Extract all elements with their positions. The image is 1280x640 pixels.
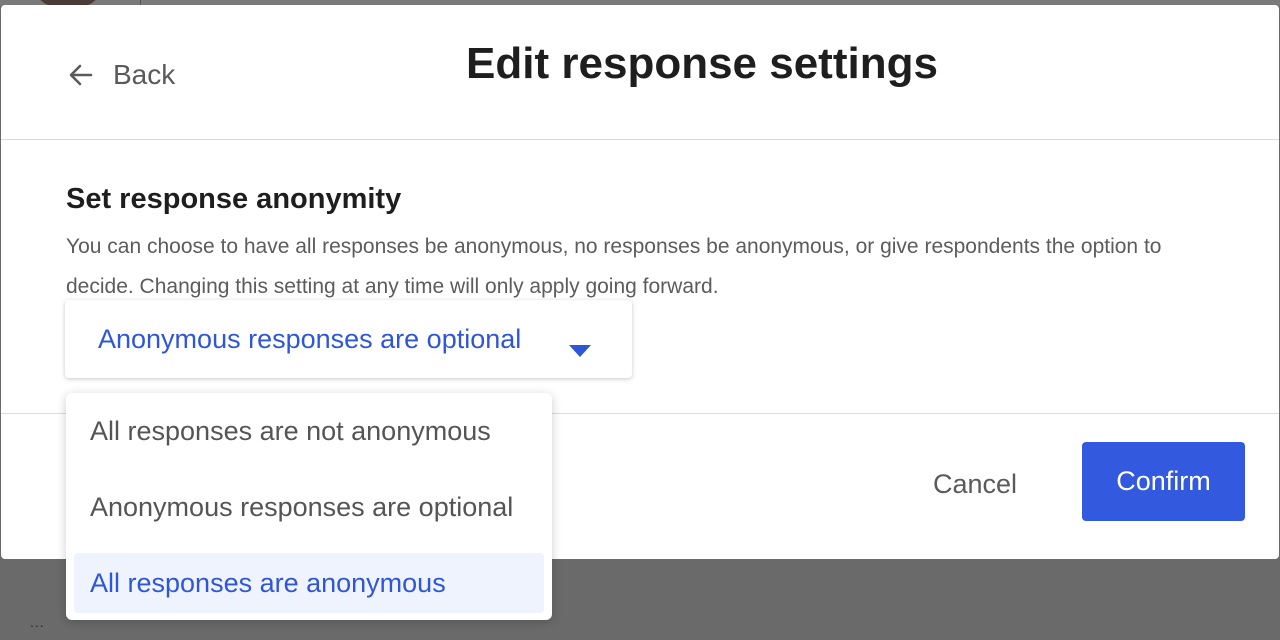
anonymity-select-value: Anonymous responses are optional (98, 323, 522, 354)
page-title: Edit response settings (466, 39, 938, 88)
anonymity-dropdown-menu: All responses are not anonymous Anonymou… (66, 393, 552, 620)
modal-header: Back Edit response settings (1, 5, 1279, 140)
section-description: You can choose to have all responses be … (66, 235, 1162, 298)
option-all-anonymous[interactable]: All responses are anonymous (74, 553, 544, 613)
option-anonymous-optional[interactable]: Anonymous responses are optional (74, 477, 544, 537)
background-ellipsis: ... (30, 614, 45, 630)
anonymity-select[interactable]: Anonymous responses are optional (65, 300, 632, 378)
section-title: Set response anonymity (66, 183, 402, 215)
confirm-button[interactable]: Confirm (1082, 442, 1245, 521)
caret-down-icon (568, 334, 592, 365)
cancel-button[interactable]: Cancel (913, 462, 1037, 506)
option-not-anonymous[interactable]: All responses are not anonymous (74, 401, 544, 461)
